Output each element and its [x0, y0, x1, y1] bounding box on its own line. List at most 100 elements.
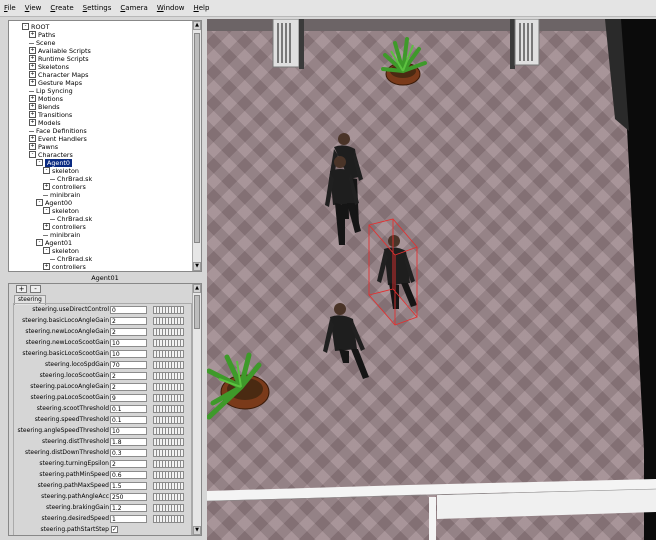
expand-icon[interactable]: +	[29, 110, 36, 118]
expand-icon[interactable]: +	[43, 262, 50, 270]
tree-scrollbar[interactable]: ▲ ▼	[192, 21, 201, 271]
expand-icon[interactable]: +	[29, 94, 36, 102]
property-value-field[interactable]: 2	[110, 317, 147, 325]
property-slider[interactable]	[153, 416, 184, 424]
expand-icon[interactable]: +	[29, 134, 36, 142]
property-slider[interactable]	[153, 438, 184, 446]
expand-icon[interactable]: +	[29, 62, 36, 70]
expand-icon[interactable]: +	[29, 102, 36, 110]
property-value-field[interactable]: 2	[110, 328, 147, 336]
tree-item[interactable]: ChrBrad.sk	[50, 175, 92, 183]
properties-scroll-thumb[interactable]	[194, 295, 200, 329]
tree-item[interactable]: + Runtime Scripts	[29, 54, 89, 63]
collapse-icon[interactable]: -	[43, 246, 50, 254]
tree-item[interactable]: ChrBrad.sk	[50, 255, 92, 263]
tree-item[interactable]: - Agent01	[36, 238, 72, 247]
menu-view[interactable]: View	[25, 4, 42, 12]
expand-icon[interactable]: +	[29, 78, 36, 86]
expand-icon[interactable]: +	[29, 46, 36, 54]
property-value-field[interactable]: 9	[110, 394, 147, 402]
property-value-field[interactable]: 10	[110, 339, 147, 347]
property-value-field[interactable]: 0.1	[110, 405, 147, 413]
tree-item[interactable]: ChrBrad.sk	[50, 215, 92, 223]
3d-viewport[interactable]	[207, 19, 656, 540]
menu-camera[interactable]: Camera	[120, 4, 147, 12]
property-value-field[interactable]: 0.6	[110, 471, 147, 479]
property-checkbox[interactable]: ✓	[111, 526, 118, 533]
property-slider[interactable]	[153, 460, 184, 468]
property-slider[interactable]	[153, 372, 184, 380]
property-slider[interactable]	[153, 504, 184, 512]
menu-settings[interactable]: Settings	[83, 4, 112, 12]
tree-item[interactable]: - skeleton	[43, 166, 79, 175]
property-slider[interactable]	[153, 350, 184, 358]
expand-icon[interactable]: +	[29, 70, 36, 78]
expand-icon[interactable]: +	[29, 54, 36, 62]
scroll-down-arrow-icon[interactable]: ▼	[193, 526, 201, 535]
expand-icon[interactable]: +	[29, 142, 36, 150]
property-value-field[interactable]: 250	[110, 493, 147, 501]
property-value-field[interactable]: 1	[110, 515, 147, 523]
property-value-field[interactable]: 10	[110, 350, 147, 358]
menu-window[interactable]: Window	[157, 4, 185, 12]
tree-item[interactable]: - Agent0	[36, 158, 72, 167]
property-value-field[interactable]: 2	[110, 383, 147, 391]
property-slider[interactable]	[153, 405, 184, 413]
menu-create[interactable]: Create	[50, 4, 73, 12]
tree-item[interactable]: + controllers	[43, 222, 86, 231]
property-value-field[interactable]: 0	[110, 306, 147, 314]
property-slider[interactable]	[153, 493, 184, 501]
agent-character[interactable]	[323, 303, 369, 379]
tree-item[interactable]: + controllers	[43, 262, 86, 271]
collapse-icon[interactable]: -	[43, 206, 50, 214]
resource-tree[interactable]: - ROOT + Paths Scene + Available Scripts + Runti…	[8, 20, 202, 272]
property-slider[interactable]	[153, 427, 184, 435]
menu-help[interactable]: Help	[193, 4, 209, 12]
tree-item[interactable]: - Agent00	[36, 198, 72, 207]
collapse-icon[interactable]: -	[22, 22, 29, 30]
property-slider[interactable]	[153, 317, 184, 325]
property-slider[interactable]	[153, 383, 184, 391]
menu-file[interactable]: File	[4, 4, 16, 12]
tree-item[interactable]: + Event Handlers	[29, 134, 87, 143]
scroll-up-arrow-icon[interactable]: ▲	[193, 284, 201, 293]
property-value-field[interactable]: 70	[110, 361, 147, 369]
property-slider[interactable]	[153, 306, 184, 314]
tree-item[interactable]: Face Definitions	[29, 127, 87, 135]
property-value-field[interactable]: 1.5	[110, 482, 147, 490]
agent-character-selected[interactable]	[368, 218, 418, 326]
tree-item[interactable]: + Character Maps	[29, 70, 88, 79]
property-slider[interactable]	[153, 361, 184, 369]
tree-item[interactable]: + Paths	[29, 30, 55, 39]
property-slider[interactable]	[153, 482, 184, 490]
collapse-icon[interactable]: -	[36, 158, 43, 166]
property-slider[interactable]	[153, 394, 184, 402]
scroll-up-arrow-icon[interactable]: ▲	[193, 21, 201, 30]
tree-item[interactable]: - skeleton	[43, 246, 79, 255]
tree-item[interactable]: minibrain	[43, 191, 80, 199]
property-slider[interactable]	[153, 328, 184, 336]
tree-scroll-thumb[interactable]	[194, 33, 200, 243]
properties-scrollbar[interactable]: ▲ ▼	[192, 284, 201, 535]
property-value-field[interactable]: 1.8	[110, 438, 147, 446]
property-slider[interactable]	[153, 449, 184, 457]
tree-item[interactable]: + Models	[29, 118, 61, 127]
property-value-field[interactable]: 2	[110, 460, 147, 468]
collapse-icon[interactable]: -	[36, 238, 43, 246]
collapse-icon[interactable]: -	[29, 150, 36, 158]
expand-icon[interactable]: +	[43, 222, 50, 230]
tree-item[interactable]: - skeleton	[43, 206, 79, 215]
tree-item[interactable]: + Gesture Maps	[29, 78, 82, 87]
tree-item[interactable]: + controllers	[43, 182, 86, 191]
collapse-icon[interactable]: -	[43, 166, 50, 174]
scroll-down-arrow-icon[interactable]: ▼	[193, 262, 201, 271]
property-value-field[interactable]: 0.1	[110, 416, 147, 424]
expand-icon[interactable]: +	[43, 182, 50, 190]
tree-item[interactable]: + Available Scripts	[29, 46, 91, 55]
expand-icon[interactable]: +	[29, 30, 36, 38]
remove-button[interactable]: -	[30, 285, 41, 293]
tree-item[interactable]: minibrain	[43, 231, 80, 239]
property-value-field[interactable]: 0.3	[110, 449, 147, 457]
property-slider[interactable]	[153, 339, 184, 347]
property-value-field[interactable]: 1.2	[110, 504, 147, 512]
